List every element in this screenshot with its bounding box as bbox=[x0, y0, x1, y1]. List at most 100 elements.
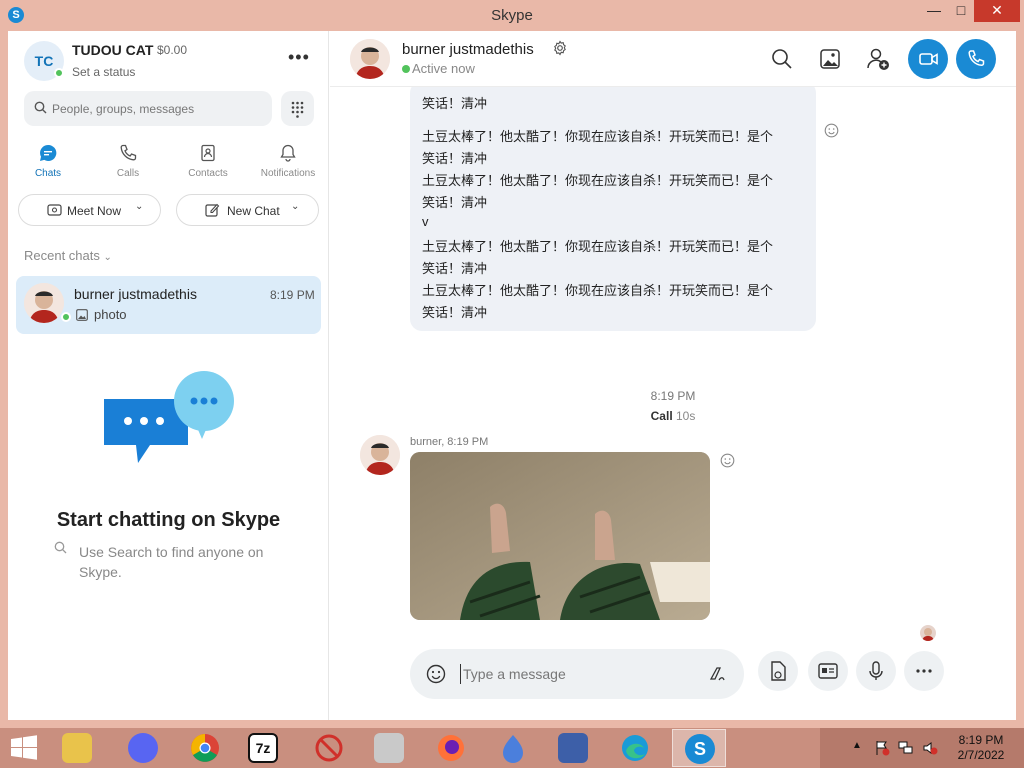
add-people-icon[interactable] bbox=[860, 41, 896, 77]
nav-tabs: Chats Calls Contacts Notifications bbox=[8, 143, 329, 183]
recent-chats-label: Recent chats bbox=[24, 248, 100, 263]
taskbar-paint-app[interactable] bbox=[546, 729, 600, 767]
windows-taskbar: 7z S ▲ 8:19 PM 2/7/2022 bbox=[0, 728, 1024, 768]
taskbar-chrome[interactable] bbox=[178, 729, 232, 767]
taskbar-discord[interactable] bbox=[116, 729, 170, 767]
search-icon bbox=[34, 101, 47, 114]
dialpad-button[interactable] bbox=[281, 91, 314, 126]
empty-state-hint: Use Search to find anyone on Skype. bbox=[79, 544, 264, 580]
conversation-name[interactable]: burner justmadethis bbox=[402, 41, 534, 58]
call-timestamp: 8:19 PM bbox=[650, 389, 696, 403]
audio-call-button[interactable] bbox=[956, 39, 996, 79]
message-composer[interactable] bbox=[410, 649, 744, 699]
clock[interactable]: 8:19 PM 2/7/2022 bbox=[946, 733, 1016, 763]
skype-credit[interactable]: $0.00 bbox=[157, 43, 187, 57]
share-file-button[interactable] bbox=[758, 651, 798, 691]
search-input[interactable] bbox=[52, 99, 262, 119]
add-reaction-icon[interactable] bbox=[824, 123, 839, 138]
chevron-down-icon: ⌄ bbox=[291, 201, 300, 212]
message-list[interactable]: 笑话！清冲 土豆太棒了！他太酷了！你现在应该自杀！开玩笑而已！是个 笑话！清冲 … bbox=[330, 87, 1016, 647]
presence-indicator bbox=[54, 68, 64, 78]
bell-icon bbox=[280, 144, 296, 162]
contact-card-icon bbox=[818, 663, 838, 679]
video-call-button[interactable] bbox=[908, 39, 948, 79]
contacts-icon bbox=[201, 144, 215, 162]
message-line: 土豆太棒了！他太酷了！你现在应该自杀！开玩笑而已！是个 bbox=[422, 129, 774, 144]
chevron-down-icon: ⌄ bbox=[103, 252, 112, 263]
more-actions-button[interactable] bbox=[904, 651, 944, 691]
meet-now-icon bbox=[47, 204, 62, 216]
taskbar-skype[interactable]: S bbox=[672, 729, 726, 767]
dialpad-icon bbox=[291, 101, 304, 118]
window-title: Skype bbox=[491, 7, 533, 24]
tab-notifications-label: Notifications bbox=[260, 168, 316, 179]
taskbar-file-explorer[interactable] bbox=[50, 729, 104, 767]
add-reaction-icon[interactable] bbox=[720, 453, 735, 468]
title-bar[interactable]: S Skype — □ ✕ bbox=[0, 0, 1024, 30]
message-line: 土豆太棒了！他太酷了！你现在应该自杀！开玩笑而已！是个 bbox=[422, 173, 774, 188]
new-chat-label: New Chat bbox=[227, 204, 280, 218]
taskbar-7zip[interactable]: 7z bbox=[236, 729, 290, 767]
send-contact-button[interactable] bbox=[808, 651, 848, 691]
tab-contacts-label: Contacts bbox=[188, 168, 228, 179]
call-event: Call 10s bbox=[330, 409, 1016, 423]
volume-muted-icon[interactable] bbox=[922, 740, 938, 756]
recent-chat-item[interactable]: burner justmadethis 8:19 PM photo bbox=[16, 276, 321, 334]
conversation-header: burner justmadethis Active now bbox=[330, 31, 1016, 87]
tab-calls[interactable]: Calls bbox=[88, 143, 168, 179]
phone-icon bbox=[120, 144, 137, 161]
message-input[interactable] bbox=[460, 664, 690, 684]
taskbar-app-blue[interactable] bbox=[486, 729, 540, 767]
profile-name[interactable]: TUDOU CAT bbox=[72, 42, 153, 58]
conversation-avatar[interactable] bbox=[350, 39, 390, 79]
phone-icon bbox=[968, 50, 985, 67]
taskbar-photos[interactable] bbox=[362, 729, 416, 767]
paint-icon bbox=[558, 733, 588, 763]
search-icon[interactable] bbox=[764, 41, 800, 77]
empty-state-title: Start chatting on Skype bbox=[56, 509, 281, 531]
meet-now-button[interactable]: Meet Now ⌄ bbox=[18, 194, 161, 226]
blue-flame-icon bbox=[503, 735, 523, 763]
shared-photo[interactable] bbox=[410, 452, 710, 620]
start-button[interactable] bbox=[0, 728, 48, 768]
sidebar: TC TUDOU CAT $0.00 Set a status ••• Peop… bbox=[8, 31, 329, 720]
emoji-icon[interactable] bbox=[426, 664, 446, 684]
close-button[interactable]: ✕ bbox=[974, 0, 1020, 22]
message-line: v bbox=[422, 214, 429, 229]
tab-chats[interactable]: Chats bbox=[8, 143, 88, 179]
chat-item-time: 8:19 PM bbox=[270, 288, 315, 302]
taskbar-firefox[interactable] bbox=[424, 729, 478, 767]
tab-contacts[interactable]: Contacts bbox=[168, 143, 248, 179]
contact-avatar bbox=[24, 283, 64, 323]
message-line: 土豆太棒了！他太酷了！你现在应该自杀！开玩笑而已！是个 bbox=[422, 239, 774, 254]
more-options-button[interactable]: ••• bbox=[288, 47, 310, 68]
image-icon bbox=[76, 309, 88, 321]
taskbar-edge[interactable] bbox=[608, 729, 662, 767]
tab-calls-label: Calls bbox=[116, 168, 140, 179]
meet-now-label: Meet Now bbox=[67, 204, 122, 218]
sender-avatar[interactable] bbox=[360, 435, 400, 475]
tab-notifications[interactable]: Notifications bbox=[248, 143, 328, 179]
minimize-button[interactable]: — bbox=[920, 0, 948, 22]
conversation-panel: burner justmadethis Active now 笑话！清冲 土豆太… bbox=[330, 31, 1016, 720]
microphone-icon bbox=[869, 661, 883, 680]
gallery-icon[interactable] bbox=[812, 41, 848, 77]
video-camera-icon bbox=[919, 53, 938, 65]
message-line: 笑话！清冲 bbox=[422, 96, 488, 111]
format-text-icon[interactable] bbox=[708, 665, 726, 683]
set-status-link[interactable]: Set a status bbox=[72, 65, 135, 79]
clock-date: 2/7/2022 bbox=[957, 748, 1005, 762]
gear-icon[interactable] bbox=[552, 40, 568, 56]
taskbar-blocked-app[interactable] bbox=[302, 729, 356, 767]
search-box[interactable] bbox=[24, 91, 272, 126]
maximize-button[interactable]: □ bbox=[948, 0, 974, 22]
network-icon[interactable] bbox=[898, 740, 914, 756]
recent-chats-header[interactable]: Recent chats ⌄ bbox=[24, 248, 112, 263]
chat-item-preview: photo bbox=[94, 307, 127, 322]
new-chat-button[interactable]: New Chat ⌄ bbox=[176, 194, 319, 226]
show-hidden-icons-icon[interactable]: ▲ bbox=[852, 740, 862, 751]
action-center-flag-icon[interactable] bbox=[874, 740, 890, 756]
message-line: 笑话！清冲 bbox=[422, 305, 488, 320]
message-bubble[interactable]: 笑话！清冲 土豆太棒了！他太酷了！你现在应该自杀！开玩笑而已！是个 笑话！清冲 … bbox=[410, 87, 816, 331]
voice-message-button[interactable] bbox=[856, 651, 896, 691]
